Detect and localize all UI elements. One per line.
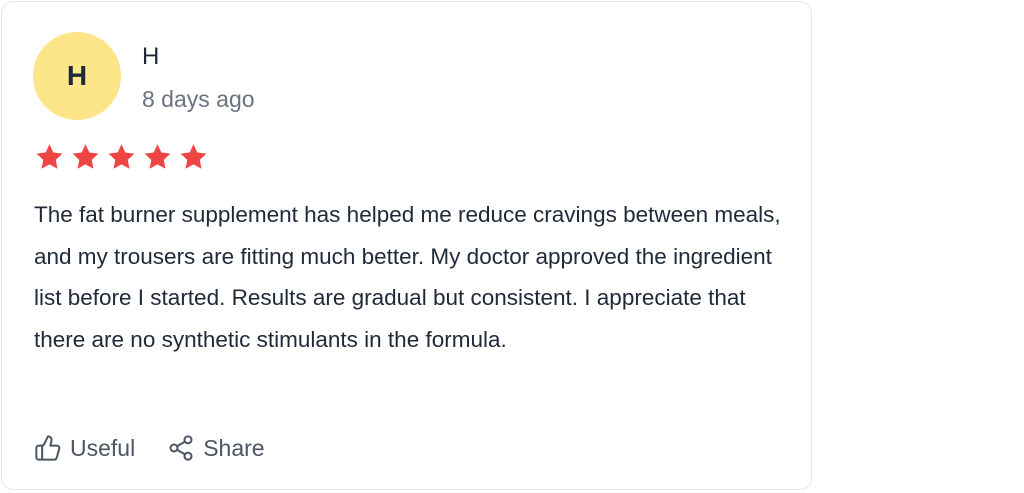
avatar-initial: H <box>66 60 88 91</box>
useful-button[interactable]: Useful <box>34 430 135 466</box>
review-card: H H 8 days ago The fat burner supplement… <box>1 1 812 490</box>
avatar: H <box>33 32 121 120</box>
star-icon <box>72 144 99 169</box>
star-icon <box>36 144 63 169</box>
reviewer-name: H <box>142 43 160 70</box>
share-label: Share <box>203 435 265 461</box>
useful-label: Useful <box>70 435 136 461</box>
share-button[interactable]: Share <box>167 430 265 466</box>
review-text: The fat burner supplement has helped me … <box>34 202 781 352</box>
review-actions: Useful Share <box>34 430 265 466</box>
share-icon <box>169 435 193 461</box>
star-icon <box>180 144 207 169</box>
review-date: 8 days ago <box>142 86 255 112</box>
star-rating <box>34 142 209 172</box>
star-icon <box>108 144 135 169</box>
star-icon <box>144 144 171 169</box>
thumbs-up-icon <box>35 435 61 461</box>
